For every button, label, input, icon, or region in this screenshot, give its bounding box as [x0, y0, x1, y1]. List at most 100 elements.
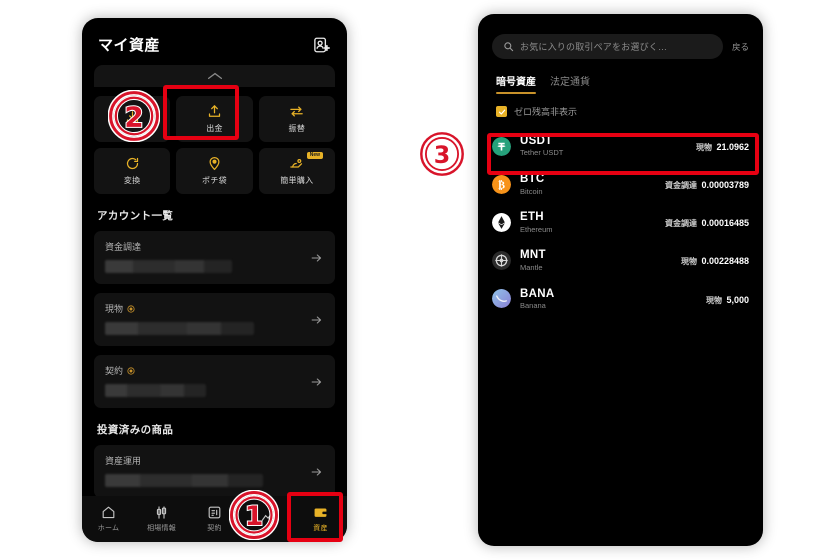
- coin-info: MNT Mantle: [520, 248, 672, 272]
- svg-text:3: 3: [434, 141, 451, 169]
- account-card-spot[interactable]: 現物: [94, 293, 335, 346]
- action-transfer-tile[interactable]: 振替: [258, 96, 335, 142]
- coin-fullname: Bitcoin: [520, 186, 543, 196]
- bottom-nav-market[interactable]: 相場情報: [135, 496, 188, 542]
- action-convert-tile[interactable]: 変換: [94, 148, 171, 194]
- action-label: ポチ袋: [202, 176, 227, 185]
- bottom-nav-trade[interactable]: [241, 496, 294, 542]
- action-deposit-tile[interactable]: [94, 96, 171, 142]
- action-label: 出金: [206, 124, 223, 133]
- bottom-nav-assets[interactable]: 資産: [294, 496, 347, 542]
- coin-amount: 0.00016485: [701, 218, 749, 229]
- redacted-balance: [105, 474, 263, 487]
- mnt-coin-icon: [492, 250, 511, 270]
- coin-symbol: USDT: [520, 135, 553, 147]
- coin-fullname: Banana: [520, 300, 546, 310]
- coin-account-type: 現物: [706, 295, 723, 305]
- coin-balance: 資金調達 0.00016485: [665, 213, 749, 231]
- invested-label-row: 資産運用: [105, 454, 324, 467]
- add-user-icon[interactable]: [313, 36, 331, 54]
- account-label: 資金調達: [105, 242, 142, 252]
- redacted-balance: [105, 260, 233, 273]
- coin-symbol: BTC: [520, 173, 545, 186]
- eth-coin-icon: [492, 212, 511, 232]
- tab-crypto[interactable]: 暗号資産: [496, 73, 536, 94]
- chevron-up-icon: [207, 72, 223, 80]
- action-withdraw-tile[interactable]: 出金: [176, 96, 253, 142]
- asset-type-tabs: 暗号資産 法定通貨: [496, 73, 749, 94]
- bottom-nav-home[interactable]: ホーム: [82, 496, 135, 542]
- coin-amount: 5,000: [726, 294, 749, 305]
- trade-icon: [260, 510, 275, 525]
- page-title: マイ資産: [98, 37, 161, 54]
- checkbox-checked[interactable]: [496, 106, 507, 117]
- collapse-panel-toggle[interactable]: [94, 65, 335, 87]
- action-easybuy-tile[interactable]: New 簡単購入: [258, 148, 335, 194]
- action-label: 振替: [288, 124, 306, 133]
- account-label-row: 資金調達: [105, 240, 324, 253]
- nav-label: ホーム: [97, 525, 120, 532]
- coin-balance: 資金調達 0.00003789: [665, 175, 749, 193]
- invested-card-wealth[interactable]: 資産運用: [94, 445, 335, 498]
- coin-row-mnt[interactable]: MNT Mantle 現物 0.00228488: [478, 241, 763, 279]
- home-icon: [101, 505, 116, 520]
- new-badge: New: [306, 152, 323, 159]
- convert-icon: [125, 156, 140, 171]
- nav-label: 資産: [313, 525, 328, 532]
- back-button[interactable]: 戻る: [732, 41, 749, 53]
- coin-symbol: BANA: [520, 287, 555, 300]
- coin-balance: 現物 5,000: [706, 290, 749, 308]
- coin-amount: 0.00003789: [701, 180, 749, 191]
- action-redpacket-tile[interactable]: ポチ袋: [176, 148, 253, 194]
- market-chart-icon: [154, 505, 169, 520]
- bottom-nav-contract[interactable]: 契約: [188, 496, 241, 542]
- account-label: 契約: [105, 366, 124, 376]
- deposit-icon: [125, 110, 140, 125]
- coin-row-btc[interactable]: ₿ BTC Bitcoin 資金調達 0.00003789: [478, 165, 763, 203]
- coin-account-type: 現物: [696, 143, 712, 153]
- right-phone-screen: お気に入りの取引ペアをお選びく… 戻る 暗号資産 法定通貨 ゼロ残高非表示 US…: [478, 14, 763, 546]
- account-card-contract[interactable]: 契約: [94, 355, 335, 408]
- coin-fullname: Ethereum: [520, 224, 553, 234]
- accounts-section-title: アカウント一覧: [97, 210, 174, 222]
- screenshot-canvas: マイ資産 出金 振替 変換 ポチ袋 New 簡単購入 アカウント一覧 資金調達 …: [0, 0, 840, 560]
- coin-amount: 21.0962: [716, 142, 749, 153]
- nav-label: 相場情報: [147, 525, 176, 532]
- coin-account-type: 資金調達: [664, 219, 697, 229]
- assets-header: マイ資産: [82, 18, 347, 65]
- redpacket-icon: [207, 156, 222, 171]
- coin-select-header: お気に入りの取引ペアをお選びく… 戻る 暗号資産 法定通貨 ゼロ残高非表示: [478, 14, 763, 118]
- coin-info: ETH Ethereum: [520, 210, 656, 234]
- transfer-icon: [289, 104, 304, 119]
- account-label-row: 現物: [105, 302, 324, 315]
- coin-info: BTC Bitcoin: [520, 172, 656, 196]
- coin-row-bana[interactable]: BANA Banana 現物 5,000: [478, 280, 763, 318]
- invested-section-title: 投資済みの商品: [97, 424, 174, 436]
- left-phone-screen: マイ資産 出金 振替 変換 ポチ袋 New 簡単購入 アカウント一覧 資金調達 …: [82, 18, 347, 542]
- withdraw-icon: [207, 104, 222, 119]
- coin-fullname: Mantle: [520, 262, 543, 272]
- coin-row-eth[interactable]: ETH Ethereum 資金調達 0.00016485: [478, 203, 763, 241]
- zero-balance-label: ゼロ残高非表示: [514, 107, 578, 117]
- redacted-balance: [105, 384, 206, 397]
- tab-fiat[interactable]: 法定通貨: [550, 73, 590, 94]
- search-input[interactable]: お気に入りの取引ペアをお選びく…: [492, 34, 723, 59]
- quick-actions-grid: 出金 振替 変換 ポチ袋 New 簡単購入: [94, 96, 335, 194]
- account-label: 現物: [105, 304, 124, 314]
- info-badge-icon[interactable]: [127, 304, 135, 313]
- coin-info: BANA Banana: [520, 287, 697, 311]
- wallet-icon: [313, 505, 328, 520]
- invested-label: 資産運用: [105, 456, 142, 466]
- contract-list-icon: [207, 505, 222, 520]
- annotation-marker-3: 3: [419, 131, 465, 177]
- coin-account-type: 現物: [680, 257, 697, 267]
- info-badge-icon[interactable]: [127, 366, 135, 375]
- zero-balance-filter[interactable]: ゼロ残高非表示: [492, 105, 749, 118]
- bana-coin-icon: [492, 289, 511, 309]
- account-card-funding[interactable]: 資金調達: [94, 231, 335, 284]
- redacted-balance: [105, 322, 254, 335]
- coin-row-usdt[interactable]: USDT Tether USDT 現物 21.0962: [478, 127, 763, 165]
- coin-account-type: 資金調達: [664, 181, 697, 191]
- usdt-coin-icon: [492, 136, 511, 156]
- check-icon: [498, 108, 506, 116]
